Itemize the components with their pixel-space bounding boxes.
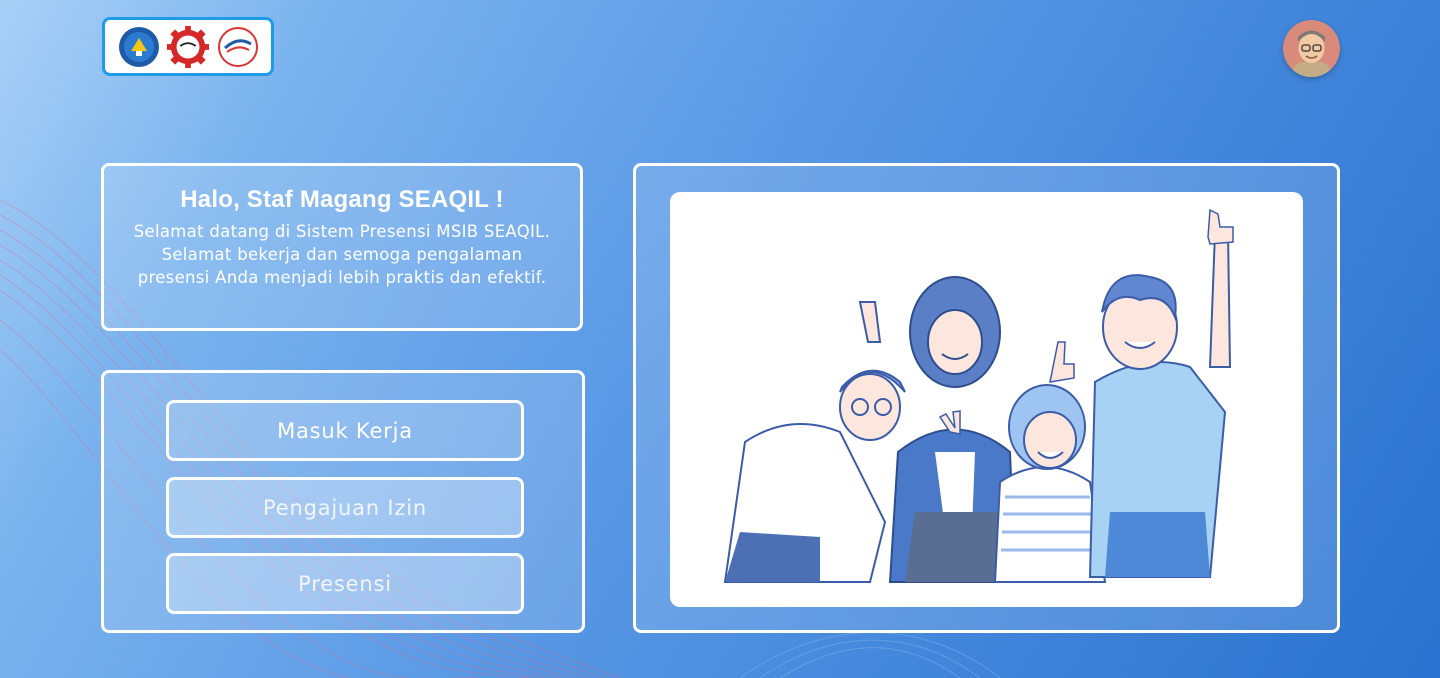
seaqil-logo <box>216 25 260 69</box>
masuk-kerja-button[interactable]: Masuk Kerja <box>166 400 524 461</box>
user-avatar-icon <box>1283 20 1340 77</box>
welcome-message: Selamat datang di Sistem Presensi MSIB S… <box>133 222 551 287</box>
seameo-logo <box>166 25 210 69</box>
actions-card: Masuk Kerja Pengajuan Izin Presensi <box>101 370 585 633</box>
pengajuan-izin-button[interactable]: Pengajuan Izin <box>166 477 524 538</box>
illustration-card <box>633 163 1340 633</box>
seaqil-circle-icon <box>217 26 258 67</box>
welcome-title: Halo, Staf Magang SEAQIL ! <box>180 186 504 213</box>
presensi-button[interactable]: Presensi <box>166 553 524 614</box>
kemendikbud-logo <box>117 25 161 69</box>
happy-team-illustration <box>723 208 1234 583</box>
tut-wuri-handayani-icon <box>118 26 159 67</box>
user-avatar[interactable] <box>1283 20 1340 77</box>
welcome-card: Halo, Staf Magang SEAQIL ! Selamat datan… <box>101 163 583 331</box>
seameo-gear-icon <box>166 25 210 68</box>
illustration-frame <box>670 192 1303 607</box>
partner-logos <box>102 17 274 76</box>
